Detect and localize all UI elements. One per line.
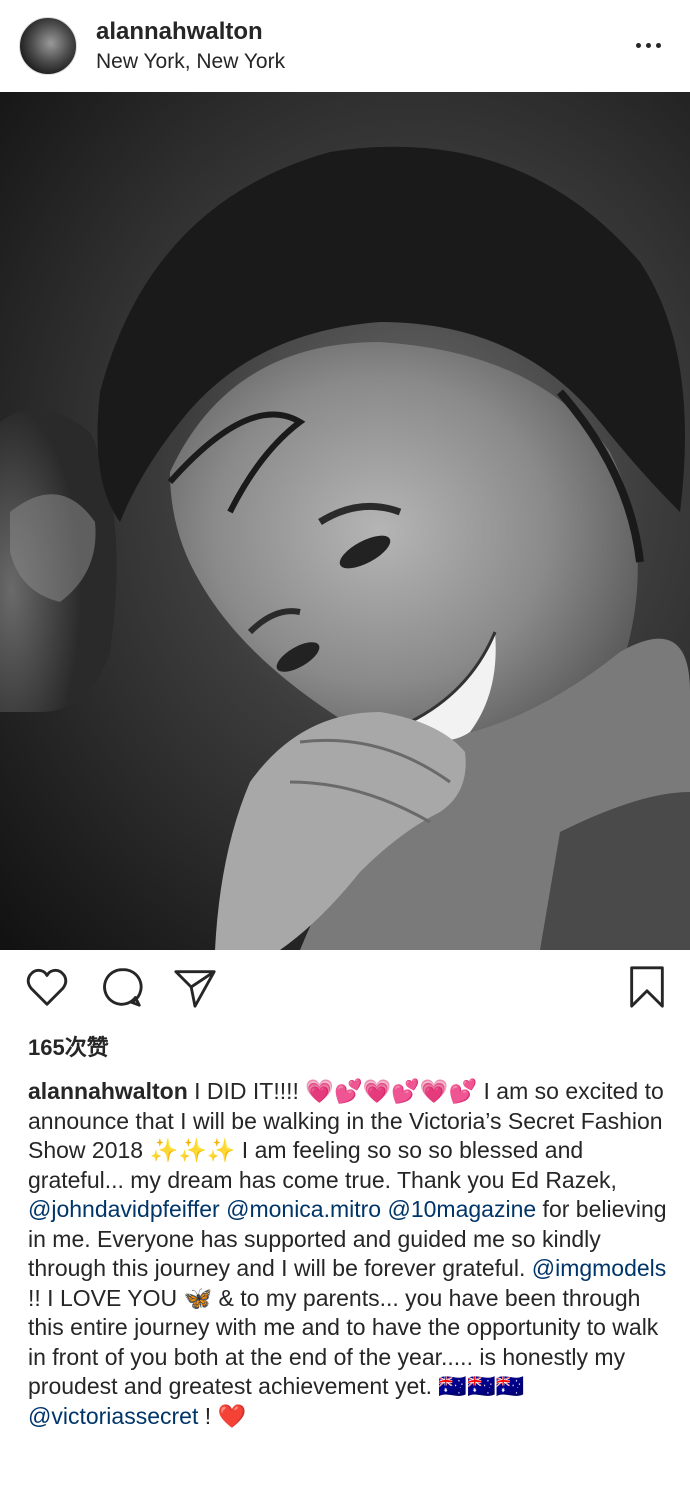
more-horizontal-icon[interactable]	[628, 30, 668, 60]
post-actions	[0, 950, 690, 1020]
username[interactable]: alannahwalton	[96, 17, 285, 47]
caption-text: ! ❤️	[198, 1402, 247, 1429]
mention-link[interactable]: @victoriassecret	[28, 1403, 198, 1429]
bookmark-icon[interactable]	[624, 964, 670, 1010]
paper-plane-icon[interactable]	[172, 964, 218, 1010]
mention-link[interactable]: @imgmodels	[532, 1255, 667, 1281]
post-header: alannahwalton New York, New York	[0, 0, 690, 92]
post-caption: alannahwalton I DID IT!!!! 💗💕💗💕💗💕 I am s…	[28, 1077, 668, 1431]
location[interactable]: New York, New York	[96, 48, 285, 76]
caption-username[interactable]: alannahwalton	[28, 1078, 188, 1104]
mention-link[interactable]: @johndavidpfeiffer	[28, 1196, 220, 1222]
post-photo[interactable]	[0, 92, 690, 950]
likes-count[interactable]: 165次赞	[28, 1033, 109, 1063]
portrait-photo	[0, 146, 690, 950]
comment-bubble-icon[interactable]	[99, 964, 145, 1010]
mention-link[interactable]: @10magazine	[388, 1196, 537, 1222]
heart-outline-icon[interactable]	[24, 964, 70, 1010]
avatar[interactable]	[19, 17, 77, 75]
mention-link[interactable]: @monica.mitro	[226, 1196, 381, 1222]
user-block: alannahwalton New York, New York	[96, 17, 285, 76]
